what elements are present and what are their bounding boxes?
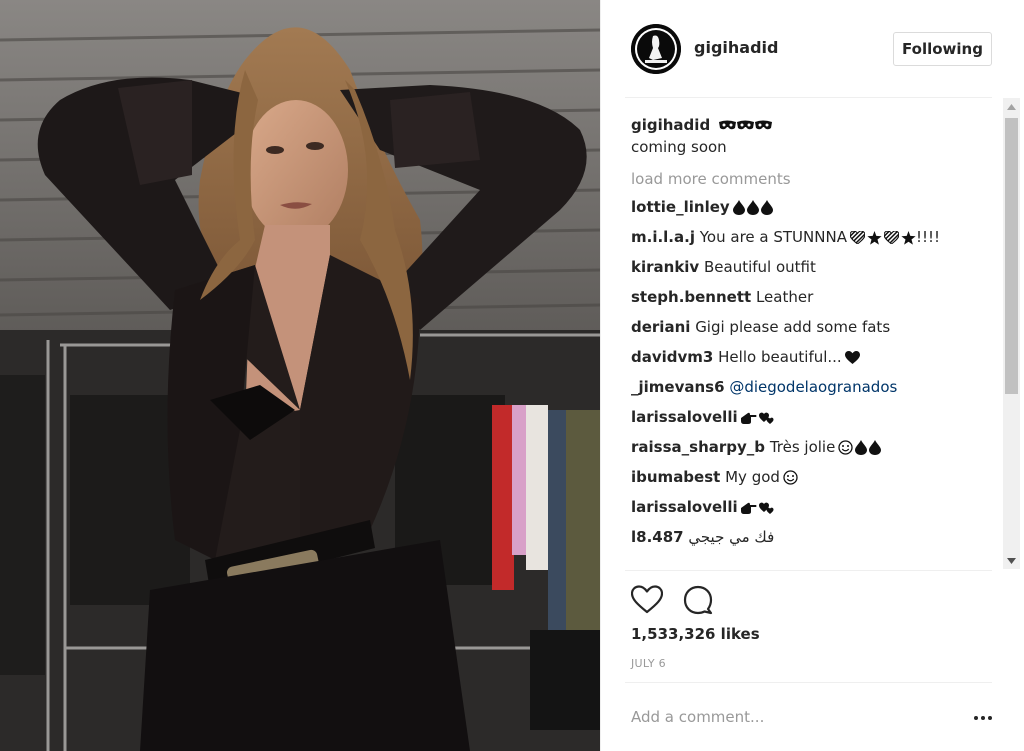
comment-username[interactable]: larissalovelli: [631, 498, 738, 516]
header-divider: [625, 97, 992, 98]
add-comment-input[interactable]: [631, 700, 951, 734]
caption-username[interactable]: gigihadid: [631, 116, 710, 134]
comments-list: gigihadid coming soon load more comments…: [631, 114, 996, 569]
comment-row: raissa_sharpy_b Très jolie: [631, 432, 996, 462]
comment-row: m.i.l.a.j You are a STUNNNA!!!!: [631, 222, 996, 252]
following-button[interactable]: Following: [893, 32, 992, 66]
hearts-icon: [758, 412, 775, 424]
more-dot: [981, 716, 985, 720]
heart-icon: [844, 351, 860, 364]
drop-icon: [746, 200, 759, 215]
footer-divider: [625, 682, 992, 683]
comment-text: Très jolie: [769, 438, 836, 456]
post-header: gigihadid Following: [631, 22, 992, 77]
comment-username[interactable]: kirankiv: [631, 258, 699, 276]
comment-text: فك مي جيجي: [688, 528, 775, 546]
comment-row: larissalovelli: [631, 492, 996, 522]
comment-username[interactable]: lottie_linley: [631, 198, 730, 216]
comment-emoji: [740, 502, 775, 514]
comment-text: Hello beautiful...: [718, 348, 842, 366]
drop-icon: [760, 200, 773, 215]
comment-text-suffix: !!!!: [915, 228, 941, 246]
comment-text: Leather: [755, 288, 814, 306]
comment-emoji: [849, 230, 916, 245]
star-icon: [867, 230, 882, 245]
post-author-username[interactable]: gigihadid: [694, 38, 778, 57]
comment-username[interactable]: l8.487: [631, 528, 684, 546]
comment-text: Beautiful outfit: [704, 258, 816, 276]
comment-username[interactable]: raissa_sharpy_b: [631, 438, 765, 456]
comment-username[interactable]: _jimevans6: [631, 378, 725, 396]
comment-emoji: [732, 200, 773, 215]
comment-username[interactable]: m.i.l.a.j: [631, 228, 695, 246]
more-options-button[interactable]: [971, 708, 995, 728]
comment-text: Gigi please add some fats: [695, 318, 891, 336]
mask-icon: [737, 120, 755, 129]
heart-striped-icon: [849, 231, 865, 244]
comment-username[interactable]: ibumabest: [631, 468, 720, 486]
post-date[interactable]: JULY 6: [631, 657, 666, 670]
drop-icon: [855, 440, 868, 455]
mask-icon: [755, 120, 773, 129]
comment-text: You are a STUNNNA: [699, 228, 847, 246]
pointing-hand-icon: [740, 502, 757, 514]
scroll-up-arrow[interactable]: [1003, 98, 1020, 115]
post-actions: [630, 585, 731, 615]
comment-mention-link[interactable]: @diegodelaogranados: [729, 378, 897, 396]
comments-scrollbar[interactable]: [1003, 98, 1020, 569]
comment-emoji: [844, 351, 860, 364]
comment-username[interactable]: larissalovelli: [631, 408, 738, 426]
scroll-down-arrow[interactable]: [1003, 552, 1020, 569]
comments-divider: [625, 570, 992, 571]
comment-row: lottie_linley: [631, 192, 996, 222]
heart-icon: [630, 585, 664, 614]
smile-icon: [783, 470, 798, 485]
heart-striped-icon: [883, 231, 899, 244]
more-dot: [974, 716, 978, 720]
comment-text: My god: [725, 468, 780, 486]
hearts-icon: [758, 502, 775, 514]
more-dot: [988, 716, 992, 720]
comment-button[interactable]: [682, 585, 714, 615]
comment-row: deriani Gigi please add some fats: [631, 312, 996, 342]
pointing-hand-icon: [740, 412, 757, 424]
scrollbar-thumb[interactable]: [1005, 118, 1018, 394]
likes-count[interactable]: 1,533,326 likes: [631, 625, 760, 643]
smile-icon: [838, 440, 853, 455]
caption-row: gigihadid: [631, 114, 996, 136]
caption-text: coming soon: [631, 138, 727, 156]
drop-icon: [869, 440, 882, 455]
comment-row: ibumabest My god: [631, 462, 996, 492]
comment-row: steph.bennett Leather: [631, 282, 996, 312]
comment-username[interactable]: deriani: [631, 318, 690, 336]
comment-username[interactable]: davidvm3: [631, 348, 713, 366]
mask-icon: [719, 120, 737, 129]
comment-bubble-icon: [683, 585, 713, 615]
comment-row: larissalovelli: [631, 402, 996, 432]
like-button[interactable]: [630, 585, 664, 615]
post-photo: [0, 0, 600, 751]
comment-row: davidvm3 Hello beautiful...: [631, 342, 996, 372]
drop-icon: [732, 200, 745, 215]
post-details-panel: gigihadid Following gigihadid coming soo…: [600, 0, 1024, 751]
comment-row: l8.487 فك مي جيجي: [631, 522, 996, 552]
star-icon: [901, 230, 916, 245]
comment-emoji: [783, 470, 798, 485]
avatar[interactable]: [631, 24, 681, 74]
comment-emoji: [838, 440, 882, 455]
load-more-comments-link[interactable]: load more comments: [631, 168, 996, 190]
caption-emoji: [719, 120, 773, 132]
comment-row: _jimevans6 @diegodelaogranados: [631, 372, 996, 402]
comment-username[interactable]: steph.bennett: [631, 288, 751, 306]
comment-emoji: [740, 412, 775, 424]
comment-row: kirankiv Beautiful outfit: [631, 252, 996, 282]
